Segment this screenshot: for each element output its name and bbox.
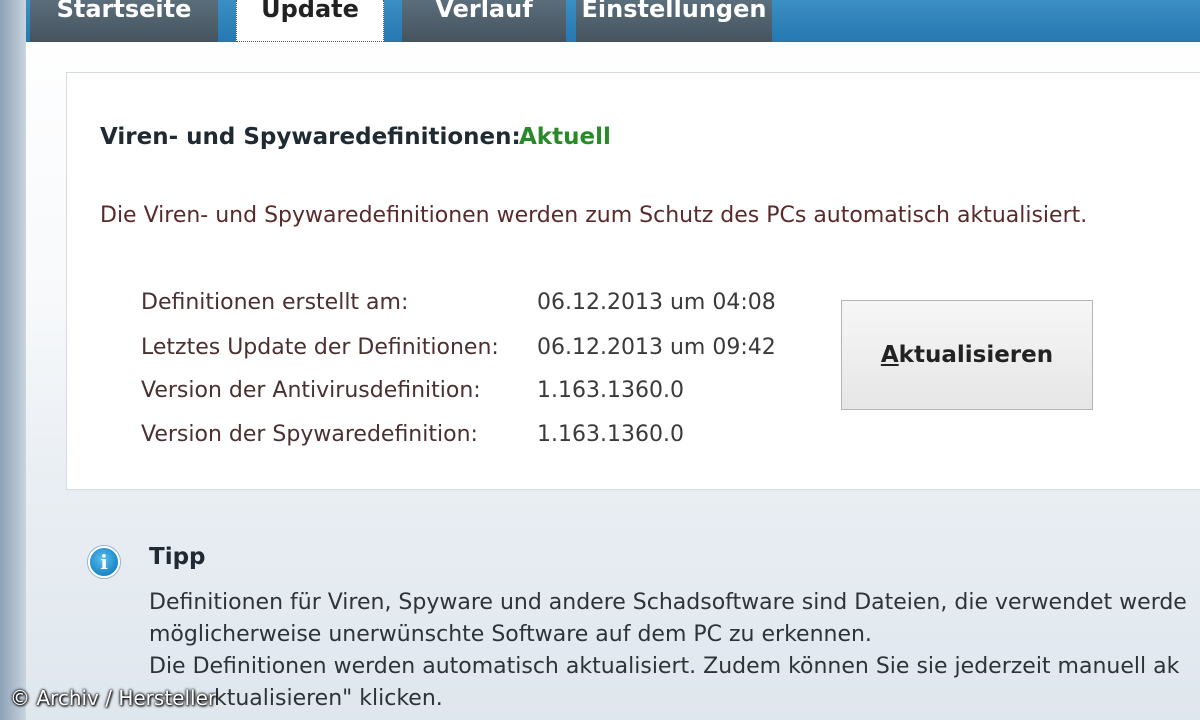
definitions-status-label: Viren- und Spywaredefinitionen:	[100, 124, 521, 150]
update-button-accel: A	[880, 342, 899, 368]
info-label-antivirus-version: Version der Antivirusdefinition:	[141, 378, 481, 403]
info-value-antivirus-version: 1.163.1360.0	[537, 378, 684, 403]
info-value-spyware-version: 1.163.1360.0	[537, 422, 684, 447]
update-button-label: ktualisieren	[898, 342, 1054, 368]
tab-startseite[interactable]: Startseite	[30, 0, 218, 42]
info-value-last-update: 06.12.2013 um 09:42	[537, 335, 776, 360]
tip-title: Tipp	[149, 544, 206, 570]
status-description: Die Viren- und Spywaredefinitionen werde…	[100, 203, 1088, 228]
info-label-created: Definitionen erstellt am:	[141, 290, 409, 315]
copyright-watermark: © Archiv / Hersteller	[10, 686, 217, 710]
tab-verlauf[interactable]: Verlauf	[402, 0, 566, 42]
tip-line-3: Die Definitionen werden automatisch aktu…	[149, 654, 1180, 679]
window-left-edge	[0, 0, 26, 720]
info-label-last-update: Letztes Update der Definitionen:	[141, 335, 499, 360]
tip-line-4: ktualisieren" klicken.	[214, 686, 443, 711]
tip-line-2: möglicherweise unerwünschte Software auf…	[149, 622, 872, 647]
info-icon: i	[88, 546, 120, 578]
info-value-created: 06.12.2013 um 04:08	[537, 290, 776, 315]
definitions-status-value: Aktuell	[519, 124, 611, 150]
tab-einstellungen[interactable]: Einstellungen	[576, 0, 772, 42]
info-label-spyware-version: Version der Spywaredefinition:	[141, 422, 478, 447]
tab-update[interactable]: Update	[236, 0, 384, 42]
update-button[interactable]: Aktualisieren	[841, 300, 1093, 410]
tip-line-1: Definitionen für Viren, Spyware und ande…	[149, 590, 1187, 615]
